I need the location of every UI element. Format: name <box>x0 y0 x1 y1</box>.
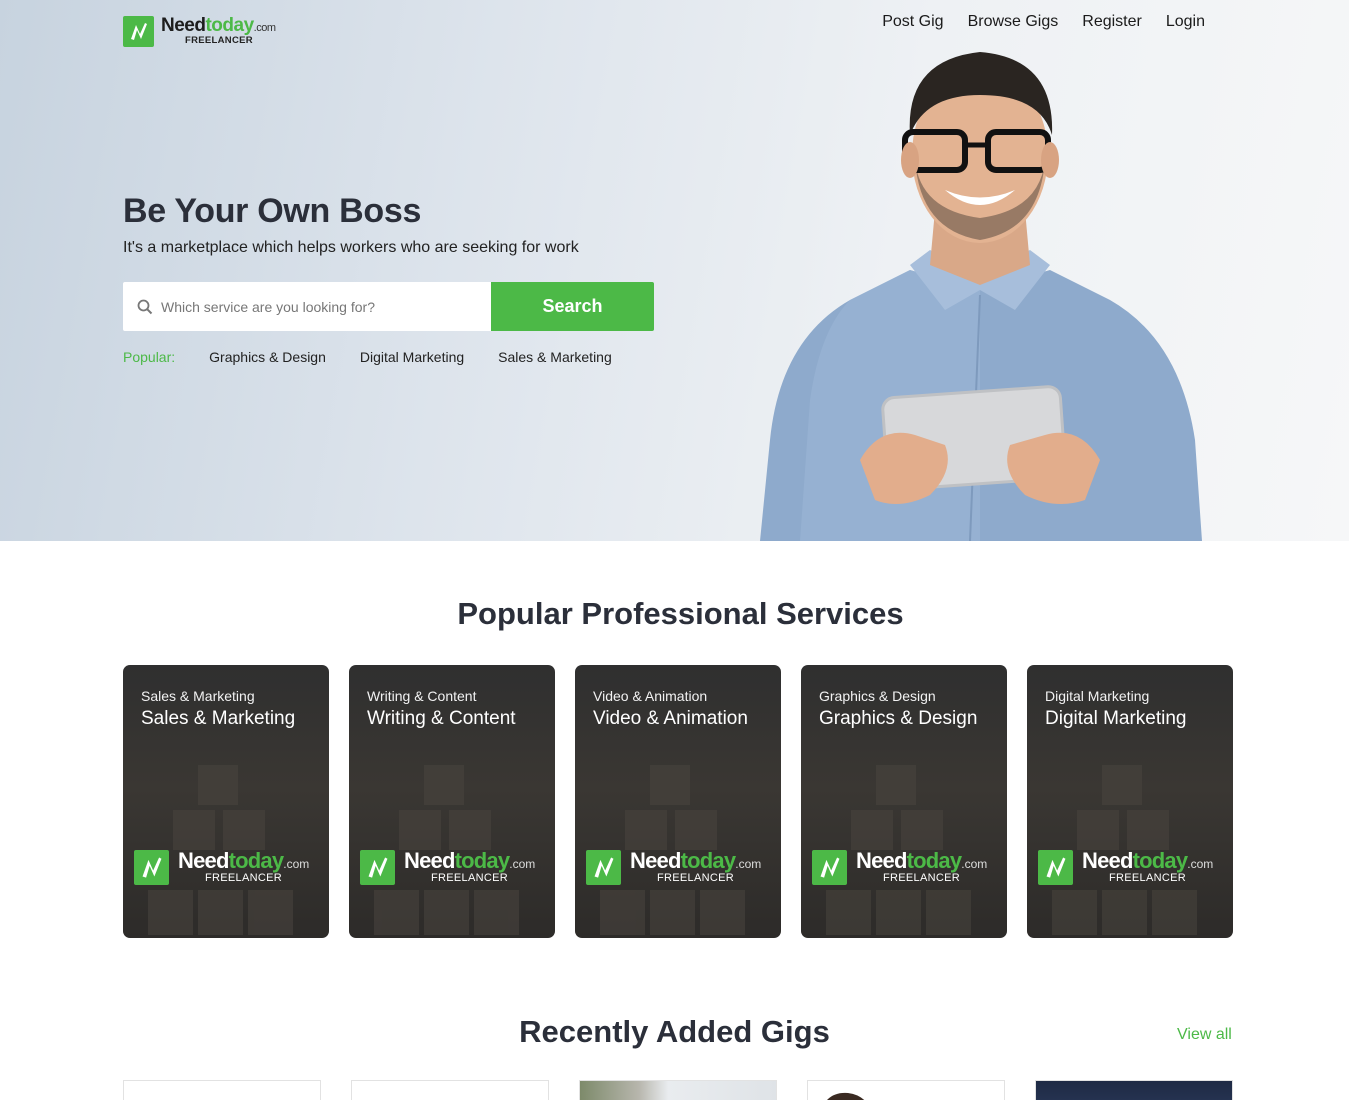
gig-card[interactable] <box>1035 1080 1233 1100</box>
card-background-image <box>826 765 971 935</box>
gig-card[interactable] <box>123 1080 321 1100</box>
logo-today: today <box>906 848 962 873</box>
logo-tagline: FREELANCER <box>883 872 960 884</box>
logo-tagline: FREELANCER <box>1109 872 1186 884</box>
logo-com: .com <box>961 857 988 871</box>
logo-today: today <box>1132 848 1188 873</box>
popular-link-digital-marketing[interactable]: Digital Marketing <box>360 348 464 366</box>
logo-tagline: FREELANCER <box>185 35 253 47</box>
logo-today: today <box>205 15 254 37</box>
hero-person-image <box>760 52 1202 541</box>
search-icon <box>137 299 153 314</box>
gig-thumbnail-image <box>827 1092 865 1100</box>
logo-tagline: FREELANCER <box>657 872 734 884</box>
logo-today: today <box>454 848 510 873</box>
card-background-image <box>374 765 519 935</box>
logo-bolt-icon <box>586 849 621 885</box>
logo-bolt-icon <box>812 849 847 885</box>
logo-bolt-icon <box>134 849 169 885</box>
service-card-graphics-design[interactable]: Graphics & Design Graphics & Design Need… <box>801 665 1007 938</box>
card-title: Writing & Content <box>367 708 516 729</box>
recent-gigs-list <box>123 1080 1233 1100</box>
search-input[interactable] <box>161 298 461 315</box>
logo-need: Need <box>178 848 229 873</box>
hero-subtitle: It's a marketplace which helps workers w… <box>123 239 579 256</box>
card-category: Digital Marketing <box>1045 688 1150 704</box>
card-category: Video & Animation <box>593 688 708 704</box>
logo-today: today <box>228 848 284 873</box>
logo-bolt-icon <box>123 15 154 47</box>
service-card-writing-content[interactable]: Writing & Content Writing & Content Need… <box>349 665 555 938</box>
card-logo: Needtoday.com FREELANCER <box>1038 848 1228 886</box>
nav-register[interactable]: Register <box>1082 12 1142 32</box>
services-cards: Sales & Marketing Sales & Marketing Need… <box>123 665 1233 938</box>
logo-com: .com <box>1187 857 1214 871</box>
card-background-image <box>600 765 745 935</box>
gig-card[interactable] <box>807 1080 1005 1100</box>
logo-need: Need <box>856 848 907 873</box>
hero-section: Needtoday.com FREELANCER Post Gig Browse… <box>0 0 1349 541</box>
card-title: Video & Animation <box>593 708 748 729</box>
card-logo: Needtoday.com FREELANCER <box>586 848 776 886</box>
popular-link-sales-marketing[interactable]: Sales & Marketing <box>498 348 612 366</box>
logo-com: .com <box>735 857 762 871</box>
search-form: Search <box>123 282 654 331</box>
card-background-image <box>1052 765 1197 935</box>
card-title: Digital Marketing <box>1045 708 1187 729</box>
nav-post-gig[interactable]: Post Gig <box>882 12 943 32</box>
gig-card[interactable] <box>351 1080 549 1100</box>
search-field <box>123 282 491 331</box>
service-card-sales-marketing[interactable]: Sales & Marketing Sales & Marketing Need… <box>123 665 329 938</box>
popular-searches: Popular: Graphics & Design Digital Marke… <box>123 348 646 366</box>
service-card-video-animation[interactable]: Video & Animation Video & Animation Need… <box>575 665 781 938</box>
gig-card[interactable] <box>579 1080 777 1100</box>
nav-browse-gigs[interactable]: Browse Gigs <box>968 12 1059 32</box>
card-logo: Needtoday.com FREELANCER <box>134 848 324 886</box>
search-button[interactable]: Search <box>491 282 654 331</box>
card-category: Sales & Marketing <box>141 688 255 704</box>
logo-com: .com <box>283 857 310 871</box>
logo-today: today <box>680 848 736 873</box>
card-background-image <box>148 765 293 935</box>
hero-title: Be Your Own Boss <box>123 192 422 230</box>
popular-label: Popular: <box>123 349 176 365</box>
card-category: Writing & Content <box>367 688 477 704</box>
nav-login[interactable]: Login <box>1166 12 1205 32</box>
logo-need: Need <box>1082 848 1133 873</box>
logo-tagline: FREELANCER <box>431 872 508 884</box>
service-card-digital-marketing[interactable]: Digital Marketing Digital Marketing Need… <box>1027 665 1233 938</box>
services-title: Popular Professional Services <box>457 596 904 631</box>
logo-tagline: FREELANCER <box>205 872 282 884</box>
logo-com: .com <box>253 22 276 35</box>
logo-need: Need <box>404 848 455 873</box>
logo-need: Need <box>161 15 206 37</box>
card-title: Graphics & Design <box>819 708 978 729</box>
card-logo: Needtoday.com FREELANCER <box>812 848 1002 886</box>
main-nav: Post Gig Browse Gigs Register Login <box>882 12 1205 32</box>
card-title: Sales & Marketing <box>141 708 296 729</box>
card-category: Graphics & Design <box>819 688 936 704</box>
logo-com: .com <box>509 857 536 871</box>
logo-bolt-icon <box>360 849 395 885</box>
view-all-link[interactable]: View all <box>1177 1026 1232 1044</box>
logo-need: Need <box>630 848 681 873</box>
popular-link-graphics-design[interactable]: Graphics & Design <box>209 348 326 366</box>
site-logo[interactable]: Needtoday.com FREELANCER <box>123 14 293 48</box>
recent-gigs-title: Recently Added Gigs <box>519 1014 830 1049</box>
logo-bolt-icon <box>1038 849 1073 885</box>
card-logo: Needtoday.com FREELANCER <box>360 848 550 886</box>
